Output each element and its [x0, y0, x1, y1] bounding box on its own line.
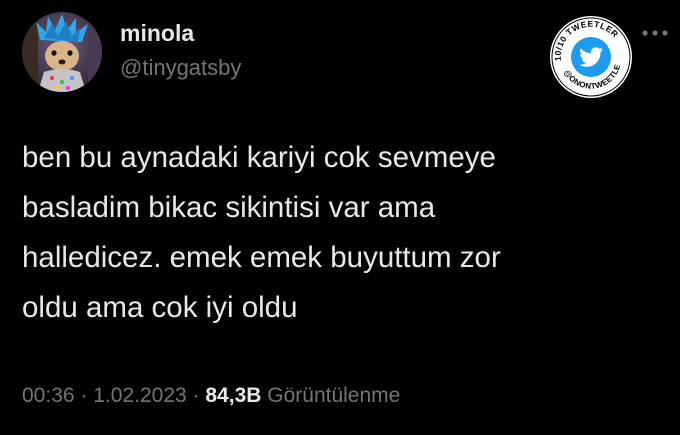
tweet-date[interactable]: 1.02.2023	[93, 384, 186, 407]
display-name[interactable]: minola	[120, 20, 194, 47]
twitter-bird-icon: 10/10 TWEETLER @ONONTWEETLER	[545, 7, 632, 98]
more-options-icon[interactable]	[640, 26, 670, 38]
tweet-metadata: 00:36 · 1.02.2023 · 84,3B Görüntülenme	[22, 384, 400, 408]
views-label: Görüntülenme	[267, 384, 401, 407]
meta-separator: ·	[192, 384, 200, 407]
watermark-badge: 10/10 TWEETLER @ONONTWEETLER	[545, 7, 634, 100]
user-handle[interactable]: @tinygatsby	[120, 55, 241, 81]
tweet-time[interactable]: 00:36	[22, 384, 75, 407]
views-count[interactable]: 84,3B	[205, 384, 261, 407]
avatar[interactable]	[22, 12, 102, 92]
meta-separator: ·	[80, 384, 88, 407]
tweet-text: ben bu aynadaki kariyi cok sevmeye basla…	[22, 141, 501, 324]
dog-with-blue-hair-avatar-icon	[22, 12, 102, 92]
